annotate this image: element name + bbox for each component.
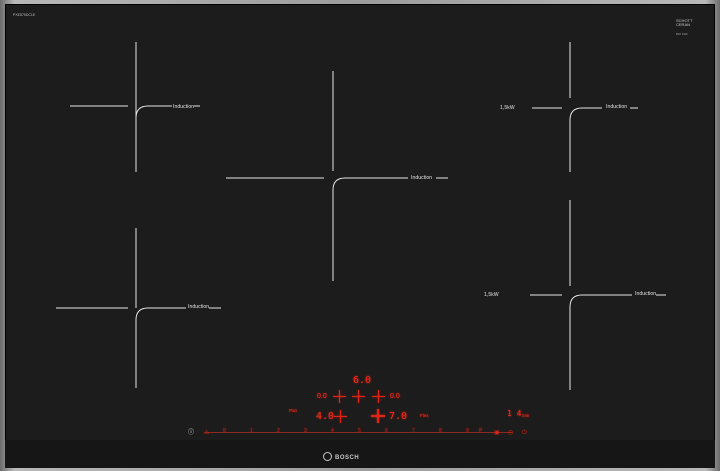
front-trim [5, 440, 715, 468]
zone-rear-left[interactable]: Induction [70, 42, 210, 172]
power-level-7[interactable]: 7 [412, 428, 415, 434]
boost-icon[interactable]: P [479, 428, 482, 434]
model-code: PXE875DC1E [13, 13, 36, 17]
glass-brand-small: BSH 0428 [676, 33, 688, 36]
pan-icon[interactable]: ▣ [494, 430, 500, 436]
power-level-5[interactable]: 5 [358, 428, 361, 434]
timer-unit: min [522, 413, 530, 418]
power-level-8[interactable]: 8 [439, 428, 442, 434]
timer-display: 1 4 [507, 409, 522, 418]
zone-label: Induction [606, 104, 628, 110]
zone-side-label: 1,5kW [484, 292, 499, 298]
center-power-display: 7.0 [389, 411, 408, 422]
power-level-4[interactable]: 4 [331, 428, 334, 434]
zone-select-cross[interactable] [334, 410, 347, 423]
power-level-3[interactable]: 3 [304, 428, 307, 434]
childlock-icon[interactable]: ⚠ [204, 430, 209, 436]
pan-indicator: Pan [289, 408, 298, 413]
zone-label: Induction [188, 304, 210, 310]
zone-center[interactable]: Induction [226, 71, 456, 281]
power-level-6[interactable]: 6 [385, 428, 388, 434]
power-level-0[interactable]: 0 [223, 428, 226, 434]
zone-select-cross[interactable] [352, 390, 365, 403]
zone-label: Induction [173, 104, 195, 110]
zone-select-cross-active[interactable] [371, 409, 385, 423]
power-level-9[interactable]: 9 [466, 428, 469, 434]
brand-name: BOSCH [335, 455, 360, 461]
zone-label: Induction [635, 291, 657, 297]
top-right-dashes: 0.0 [390, 393, 400, 400]
zone-front-right[interactable]: 1,5kW Induction [470, 200, 670, 390]
flex-indicator: Flex [420, 413, 429, 418]
bosch-logo-icon [323, 452, 332, 461]
zone-select-cross[interactable] [333, 390, 346, 403]
top-power-display: 6.0 [353, 375, 372, 386]
zone-select-cross[interactable] [372, 390, 385, 403]
power-level-1[interactable]: 1 [250, 428, 253, 434]
zone-front-left[interactable]: Induction [56, 228, 226, 388]
top-left-dashes: 0.0 [317, 393, 327, 400]
zone-label: Induction [411, 175, 433, 181]
power-level-2[interactable]: 2 [277, 428, 280, 434]
zone-rear-right[interactable]: 1,5kW Induction [488, 42, 658, 172]
zone-side-label: 1,5kW [500, 105, 515, 111]
info-icon[interactable]: ⓘ [188, 430, 194, 436]
left-power-display: 4.0 [316, 411, 335, 422]
timer-icon[interactable]: ◷ [508, 430, 513, 436]
power-slider[interactable]: ⓘ ⚠ 0 1 2 3 4 5 6 7 8 9 P ▣ ◷ ⏻ [186, 428, 532, 440]
glass-brand: SCHOTT CERAN [676, 19, 692, 27]
glass-brand-line2: CERAN [676, 22, 691, 27]
power-icon[interactable]: ⏻ [522, 430, 527, 436]
